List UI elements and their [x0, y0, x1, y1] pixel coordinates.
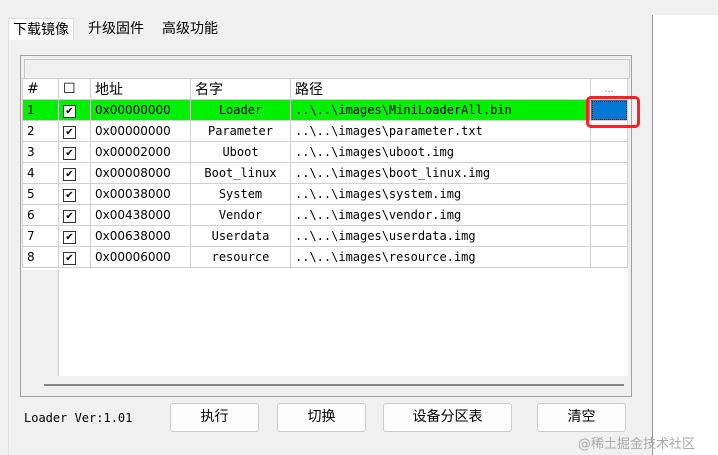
row-browse[interactable] [590, 183, 628, 205]
row-browse[interactable] [590, 246, 628, 268]
col-index: # [22, 78, 59, 100]
list-topbar [24, 59, 630, 79]
row-checkbox[interactable]: ✔ [58, 162, 91, 184]
row-index: 2 [22, 120, 59, 142]
tab-upgrade-firmware[interactable]: 升级固件 [84, 18, 148, 40]
col-name: 名字 [190, 78, 291, 100]
check-icon[interactable]: ✔ [63, 230, 76, 244]
check-icon[interactable]: ✔ [63, 167, 76, 181]
horizontal-scrollbar[interactable] [44, 384, 624, 386]
check-icon[interactable]: ✔ [63, 104, 76, 118]
partition-table-button[interactable]: 设备分区表 [383, 403, 512, 432]
row-index: 5 [22, 183, 59, 205]
row-path[interactable]: ..\..\images\userdata.img [290, 225, 591, 247]
row-address[interactable]: 0x00438000 [90, 204, 191, 226]
row-name[interactable]: Userdata [190, 225, 291, 247]
row-browse[interactable] [590, 141, 628, 163]
row-index: 3 [22, 141, 59, 163]
check-icon[interactable]: ✔ [63, 251, 76, 265]
row-address[interactable]: 0x00000000 [90, 99, 191, 121]
image-table: # ☐ 地址 名字 路径 ... 1 ✔ 0x00000000 Loader .… [22, 78, 628, 268]
row-name[interactable]: Parameter [190, 120, 291, 142]
watermark: @稀土掘金技术社区 [578, 437, 696, 452]
row-index: 7 [22, 225, 59, 247]
row-path[interactable]: ..\..\images\system.img [290, 183, 591, 205]
row-browse[interactable] [590, 204, 628, 226]
row-checkbox[interactable]: ✔ [58, 246, 91, 268]
row-name[interactable]: resource [190, 246, 291, 268]
row-index: 8 [22, 246, 59, 268]
row-browse[interactable] [590, 162, 628, 184]
row-path[interactable]: ..\..\images\uboot.img [290, 141, 591, 163]
col-path: 路径 [290, 78, 591, 100]
row-header-strip [22, 270, 59, 376]
row-address[interactable]: 0x00038000 [90, 183, 191, 205]
log-panel [652, 15, 718, 455]
col-check-all[interactable]: ☐ [58, 78, 91, 100]
col-address: 地址 [90, 78, 191, 100]
highlight-box [586, 96, 640, 128]
row-checkbox[interactable]: ✔ [58, 99, 91, 121]
row-path[interactable]: ..\..\images\vendor.img [290, 204, 591, 226]
table-row[interactable]: 7 ✔ 0x00638000 Userdata ..\..\images\use… [22, 225, 628, 247]
row-name[interactable]: Loader [190, 99, 291, 121]
table-row[interactable]: 1 ✔ 0x00000000 Loader ..\..\images\MiniL… [22, 99, 628, 121]
check-icon[interactable]: ✔ [63, 125, 76, 139]
row-address[interactable]: 0x00008000 [90, 162, 191, 184]
row-checkbox[interactable]: ✔ [58, 225, 91, 247]
row-checkbox[interactable]: ✔ [58, 204, 91, 226]
row-address[interactable]: 0x00006000 [90, 246, 191, 268]
row-index: 6 [22, 204, 59, 226]
tab-download-image[interactable]: 下载镜像 [8, 18, 74, 41]
row-name[interactable]: Vendor [190, 204, 291, 226]
row-checkbox[interactable]: ✔ [58, 183, 91, 205]
row-index: 1 [22, 99, 59, 121]
run-button[interactable]: 执行 [170, 403, 259, 432]
row-index: 4 [22, 162, 59, 184]
row-name[interactable]: Uboot [190, 141, 291, 163]
tab-advanced[interactable]: 高级功能 [158, 18, 222, 40]
row-address[interactable]: 0x00638000 [90, 225, 191, 247]
row-address[interactable]: 0x00002000 [90, 141, 191, 163]
table-row[interactable]: 2 ✔ 0x00000000 Parameter ..\..\images\pa… [22, 120, 628, 142]
table-row[interactable]: 5 ✔ 0x00038000 System ..\..\images\syste… [22, 183, 628, 205]
clear-button[interactable]: 清空 [537, 403, 626, 432]
row-path[interactable]: ..\..\images\resource.img [290, 246, 591, 268]
row-name[interactable]: Boot_linux [190, 162, 291, 184]
row-name[interactable]: System [190, 183, 291, 205]
loader-version: Loader Ver:1.01 [24, 411, 133, 425]
table-row[interactable]: 3 ✔ 0x00002000 Uboot ..\..\images\uboot.… [22, 141, 628, 163]
row-browse[interactable] [590, 225, 628, 247]
row-path[interactable]: ..\..\images\boot_linux.img [290, 162, 591, 184]
table-row[interactable]: 6 ✔ 0x00438000 Vendor ..\..\images\vendo… [22, 204, 628, 226]
table-row[interactable]: 8 ✔ 0x00006000 resource ..\..\images\res… [22, 246, 628, 268]
check-icon[interactable]: ✔ [63, 209, 76, 223]
switch-button[interactable]: 切换 [277, 403, 366, 432]
row-address[interactable]: 0x00000000 [90, 120, 191, 142]
row-checkbox[interactable]: ✔ [58, 120, 91, 142]
table-row[interactable]: 4 ✔ 0x00008000 Boot_linux ..\..\images\b… [22, 162, 628, 184]
row-checkbox[interactable]: ✔ [58, 141, 91, 163]
check-icon[interactable]: ✔ [63, 146, 76, 160]
row-path[interactable]: ..\..\images\MiniLoaderAll.bin [290, 99, 591, 121]
row-path[interactable]: ..\..\images\parameter.txt [290, 120, 591, 142]
check-icon[interactable]: ✔ [63, 188, 76, 202]
